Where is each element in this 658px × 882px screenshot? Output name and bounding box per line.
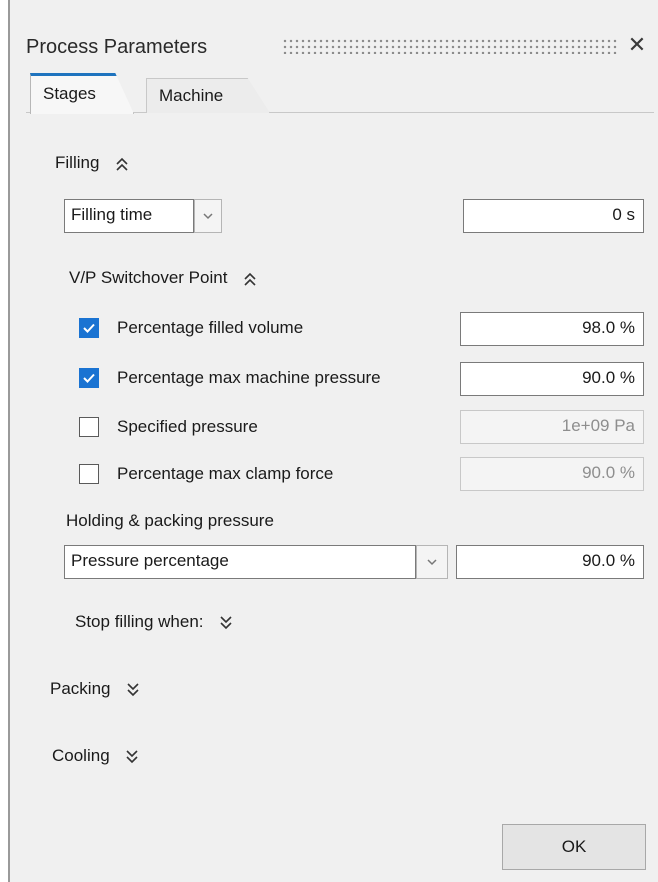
specified-pressure-checkbox[interactable]	[79, 417, 99, 437]
chevron-double-down-icon	[220, 616, 232, 629]
percentage-filled-volume-label: Percentage filled volume	[117, 318, 304, 337]
percentage-max-clamp-force-input: 90.0 %	[460, 457, 644, 491]
percentage-filled-volume-input[interactable]: 98.0 %	[460, 312, 644, 346]
specified-pressure-label: Specified pressure	[117, 417, 258, 436]
check-icon	[83, 323, 95, 333]
filling-control-dropdown-button[interactable]	[194, 199, 222, 233]
chevron-down-icon	[203, 213, 213, 220]
filling-time-input[interactable]: 0 s	[463, 199, 644, 233]
holding-mode-dropdown-button[interactable]	[416, 545, 448, 579]
percentage-max-machine-pressure-label: Percentage max machine pressure	[117, 368, 381, 387]
chevron-double-up-icon	[244, 272, 256, 286]
holding-packing-label: Holding & packing pressure	[66, 511, 274, 530]
vp-switchover-label: V/P Switchover Point	[69, 268, 228, 287]
close-icon[interactable]: ✕	[622, 30, 652, 60]
percentage-max-machine-pressure-input[interactable]: 90.0 %	[460, 362, 644, 396]
percentage-max-machine-pressure-checkbox[interactable]	[79, 368, 99, 388]
chevron-down-icon	[427, 559, 437, 566]
tab-machine[interactable]: Machine	[146, 78, 270, 113]
ok-button[interactable]: OK	[502, 824, 646, 870]
check-icon	[83, 373, 95, 383]
holding-mode-select[interactable]: Pressure percentage	[64, 545, 416, 579]
percentage-max-clamp-force-label: Percentage max clamp force	[117, 464, 334, 483]
chevron-double-up-icon	[116, 157, 128, 171]
cooling-label: Cooling	[52, 746, 110, 765]
cooling-section-header[interactable]: Cooling	[52, 745, 140, 767]
stop-filling-label: Stop filling when:	[75, 612, 204, 631]
filling-label: Filling	[55, 153, 100, 172]
vp-switchover-header[interactable]: V/P Switchover Point	[69, 267, 258, 289]
process-parameters-panel: Process Parameters ✕ Machine Stages Fill…	[8, 0, 658, 882]
chevron-double-down-icon	[127, 683, 139, 696]
packing-label: Packing	[50, 679, 111, 698]
packing-section-header[interactable]: Packing	[50, 678, 141, 700]
filling-section-header[interactable]: Filling	[55, 152, 130, 174]
percentage-max-clamp-force-checkbox[interactable]	[79, 464, 99, 484]
filling-control-select[interactable]: Filling time	[64, 199, 194, 233]
specified-pressure-input: 1e+09 Pa	[460, 410, 644, 444]
percentage-filled-volume-checkbox[interactable]	[79, 318, 99, 338]
panel-title: Process Parameters	[26, 36, 208, 58]
holding-pressure-input[interactable]: 90.0 %	[456, 545, 644, 579]
stop-filling-header[interactable]: Stop filling when:	[75, 611, 234, 633]
drag-grip-handle[interactable]	[282, 38, 618, 54]
tab-stages[interactable]: Stages	[30, 73, 134, 114]
chevron-double-down-icon	[126, 750, 138, 763]
